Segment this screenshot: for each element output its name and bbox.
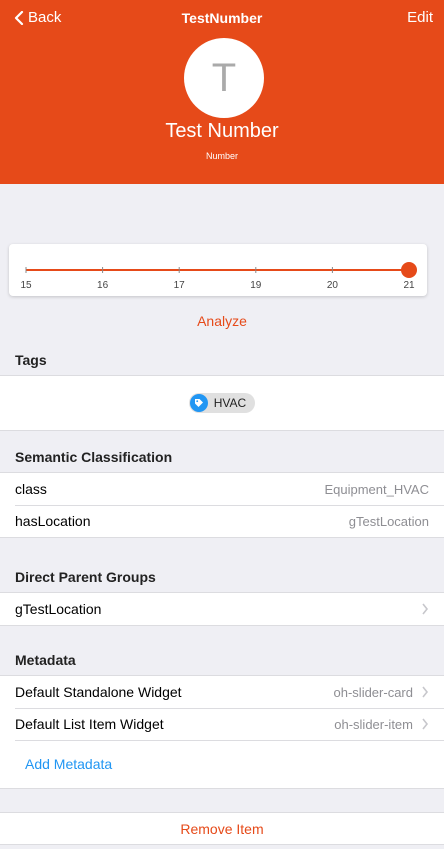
slider-knob[interactable]: [401, 262, 417, 278]
row-label: Default List Item Widget: [15, 716, 164, 732]
slider-tick-label: 17: [174, 280, 186, 291]
item-header: Back TestNumber Edit T Test Number Numbe…: [0, 0, 444, 184]
add-metadata-row[interactable]: Add Metadata: [0, 740, 444, 788]
slider-card: 15 16 17 19 20 21: [9, 244, 427, 296]
chevron-right-icon: [422, 603, 429, 615]
row-value: oh-slider-card: [333, 684, 413, 700]
row-label: Default Standalone Widget: [15, 684, 182, 700]
tag-label: HVAC: [213, 396, 247, 410]
groups-list: gTestLocation: [0, 592, 444, 626]
edit-button[interactable]: Edit: [407, 9, 433, 26]
row-value: oh-slider-item: [334, 716, 413, 732]
chevron-right-icon: [422, 718, 429, 730]
metadata-row-standalone[interactable]: Default Standalone Widget oh-slider-card: [0, 676, 444, 708]
add-metadata-button[interactable]: Add Metadata: [25, 756, 112, 772]
tags-title: Tags: [15, 352, 47, 368]
avatar: T: [184, 38, 264, 118]
remove-block: Remove Item: [0, 812, 444, 845]
tag-chip-hvac[interactable]: HVAC: [188, 393, 256, 413]
tag-icon: [189, 394, 208, 412]
item-type: Number: [205, 151, 238, 161]
slider-tick-label: 15: [20, 280, 32, 291]
row-value: Equipment_HVAC: [324, 481, 429, 497]
metadata-row-listitem[interactable]: Default List Item Widget oh-slider-item: [0, 708, 444, 740]
page-title: TestNumber: [181, 10, 263, 26]
row-label: gTestLocation: [15, 601, 102, 617]
row-value: gTestLocation: [348, 513, 429, 529]
group-row-gtestlocation[interactable]: gTestLocation: [0, 593, 444, 625]
item-label: Test Number: [165, 120, 279, 142]
chevron-right-icon: [422, 686, 429, 698]
remove-item-button[interactable]: Remove Item: [180, 821, 263, 837]
row-label: class: [15, 481, 47, 497]
metadata-title: Metadata: [15, 652, 76, 668]
semantic-row-haslocation: hasLocation gTestLocation: [0, 505, 444, 537]
metadata-list: Default Standalone Widget oh-slider-card…: [0, 675, 444, 789]
analyze-button[interactable]: Analyze: [0, 313, 444, 329]
slider-tick-label: 16: [97, 280, 109, 291]
tags-block: HVAC: [0, 375, 444, 431]
semantic-row-class: class Equipment_HVAC: [0, 473, 444, 505]
semantic-title: Semantic Classification: [15, 449, 173, 465]
slider-tick-label: 20: [327, 280, 339, 291]
row-label: hasLocation: [15, 513, 91, 529]
groups-title: Direct Parent Groups: [15, 569, 156, 585]
slider-tick-label: 21: [403, 280, 415, 291]
semantic-list: class Equipment_HVAC hasLocation gTestLo…: [0, 472, 444, 538]
slider-tick-label: 19: [250, 280, 262, 291]
slider[interactable]: 15 16 17 19 20 21: [9, 244, 427, 296]
